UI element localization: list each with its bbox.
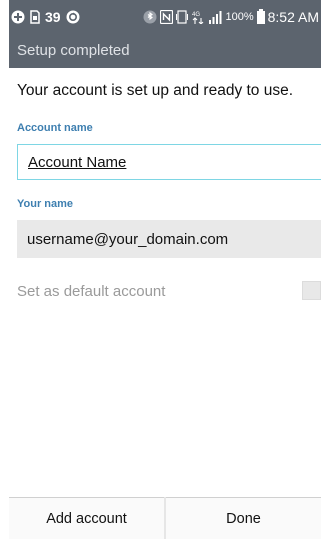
notification-count: 39 (45, 8, 61, 25)
vibrate-icon (176, 9, 189, 24)
done-button[interactable]: Done (166, 497, 321, 539)
default-account-row[interactable]: Set as default account (17, 278, 321, 304)
intro-text: Your account is set up and ready to use. (17, 82, 294, 99)
action-bar: Setup completed (9, 33, 321, 68)
your-name-value: username@your_domain.com (27, 230, 229, 248)
status-bar: 39 4G 100% 8:52 AM (9, 0, 321, 33)
your-name-input[interactable]: username@your_domain.com (17, 220, 321, 258)
signal-icon (208, 10, 222, 24)
account-name-label: Account name (17, 122, 93, 134)
account-name-input[interactable]: Account Name (17, 144, 321, 180)
default-account-checkbox[interactable] (302, 281, 321, 300)
add-icon (11, 10, 25, 24)
account-name-value: Account Name (28, 153, 127, 171)
svg-text:4G: 4G (192, 12, 200, 18)
bluetooth-icon (143, 10, 157, 24)
sync-icon (66, 10, 80, 24)
phone-screen: 39 4G 100% 8:52 AM Setup completed Your … (9, 0, 321, 539)
data-arrows-icon: 4G (191, 10, 205, 24)
battery-percent: 100% (225, 10, 254, 23)
nfc-icon (160, 9, 174, 24)
sim-icon (30, 9, 40, 24)
clock: 8:52 AM (267, 8, 319, 25)
page-title: Setup completed (17, 42, 130, 59)
battery-icon (256, 9, 265, 24)
bottom-button-bar: Add account Done (9, 497, 321, 539)
your-name-label: Your name (17, 198, 74, 210)
add-account-button[interactable]: Add account (9, 497, 164, 539)
default-account-label: Set as default account (17, 282, 166, 300)
